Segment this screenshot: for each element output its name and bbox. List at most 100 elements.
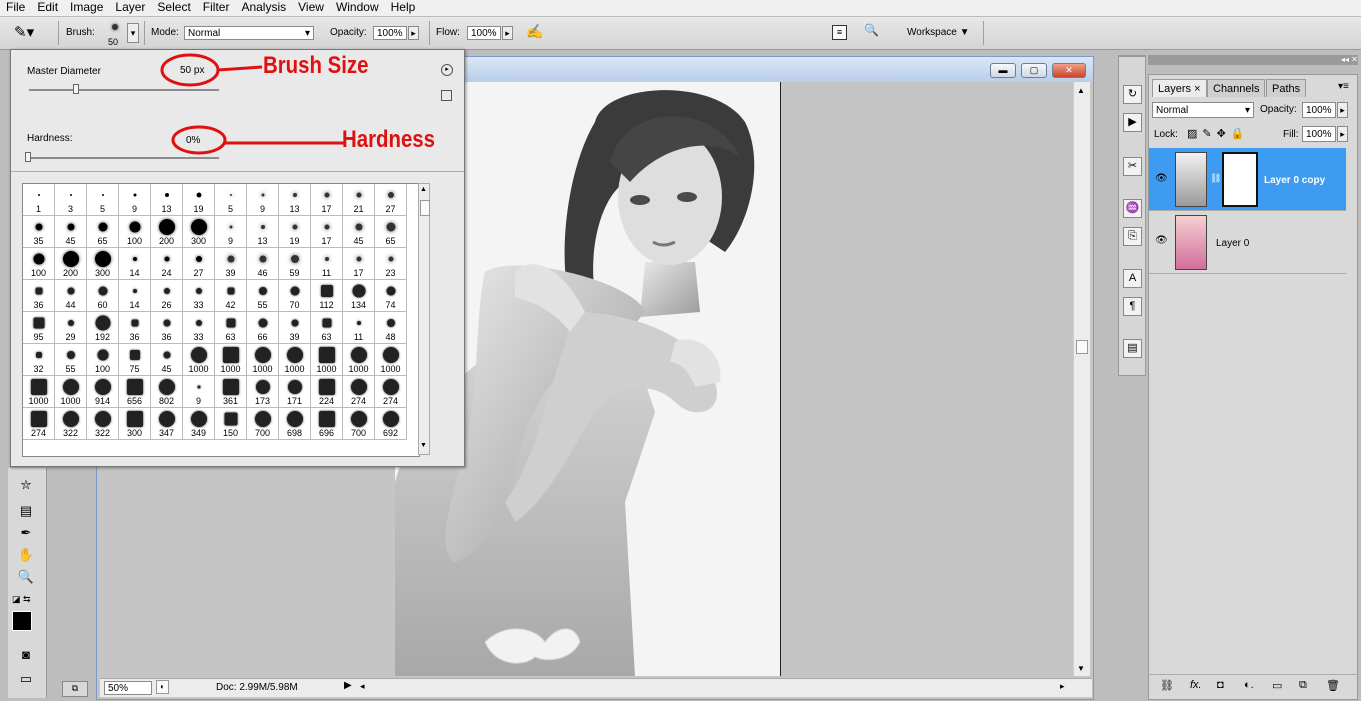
brush-preset-cell[interactable]: 5: [215, 184, 247, 216]
brush-preset-cell[interactable]: 55: [247, 280, 279, 312]
brush-preset-cell[interactable]: 692: [375, 408, 407, 440]
brush-preset-cell[interactable]: 27: [183, 248, 215, 280]
scroll-thumb[interactable]: [1076, 340, 1088, 354]
panel-menu-icon[interactable]: ▸: [441, 64, 453, 76]
brush-preset-cell[interactable]: 17: [311, 184, 343, 216]
brush-preset-cell[interactable]: 24: [151, 248, 183, 280]
eyedropper-tool-icon[interactable]: ✒: [16, 524, 36, 542]
character-panel-icon[interactable]: A: [1123, 269, 1142, 288]
blend-mode-select[interactable]: Normal ▾: [1152, 102, 1254, 118]
brush-preset-cell[interactable]: 1000: [311, 344, 343, 376]
brush-preset-cell[interactable]: 26: [151, 280, 183, 312]
brush-preset-cell[interactable]: 171: [279, 376, 311, 408]
brush-preset-cell[interactable]: 112: [311, 280, 343, 312]
airbrush-icon[interactable]: ✍: [526, 23, 543, 40]
brush-preset-cell[interactable]: 322: [87, 408, 119, 440]
brush-preset-cell[interactable]: 36: [23, 280, 55, 312]
tab-layers[interactable]: Layers ×: [1152, 79, 1207, 97]
brush-preset-cell[interactable]: 1000: [183, 344, 215, 376]
menu-filter[interactable]: Filter: [197, 0, 236, 15]
brush-preset-cell[interactable]: 45: [343, 216, 375, 248]
brush-preset-cell[interactable]: 33: [183, 280, 215, 312]
brush-preset-cell[interactable]: 44: [55, 280, 87, 312]
brush-preset-cell[interactable]: 1000: [343, 344, 375, 376]
brush-preset-cell[interactable]: 45: [55, 216, 87, 248]
brush-preset-cell[interactable]: 36: [151, 312, 183, 344]
status-icon[interactable]: ◐: [156, 680, 169, 694]
brush-preset-cell[interactable]: 9: [215, 216, 247, 248]
menu-view[interactable]: View: [292, 0, 330, 15]
brush-preset-cell[interactable]: 45: [151, 344, 183, 376]
layer-row-layer-0-copy[interactable]: 👁 ⛓ Layer 0 copy: [1149, 148, 1346, 211]
brush-preset-cell[interactable]: 63: [311, 312, 343, 344]
brush-preset-cell[interactable]: 60: [87, 280, 119, 312]
scroll-up-icon[interactable]: ▲: [1077, 86, 1085, 95]
actions-panel-icon[interactable]: ▶: [1123, 113, 1142, 132]
hand-tool-icon[interactable]: ✋: [16, 546, 36, 564]
custom-shape-tool-icon[interactable]: ⛦: [16, 476, 36, 494]
brush-preset-cell[interactable]: 100: [119, 216, 151, 248]
brush-preset-cell[interactable]: 74: [375, 280, 407, 312]
brush-preset-cell[interactable]: 42: [215, 280, 247, 312]
brush-preset-cell[interactable]: 1000: [23, 376, 55, 408]
brush-preset-cell[interactable]: 9: [183, 376, 215, 408]
panel-menu-icon[interactable]: ▾≡: [1338, 81, 1349, 92]
brush-preset-cell[interactable]: 349: [183, 408, 215, 440]
menu-edit[interactable]: Edit: [31, 0, 64, 15]
brush-preview-icon[interactable]: [108, 20, 122, 34]
layer-row-layer-0[interactable]: 👁 Layer 0: [1149, 211, 1346, 274]
brush-preset-cell[interactable]: 59: [279, 248, 311, 280]
lock-icons[interactable]: ▨✎✥🔒: [1187, 127, 1250, 140]
brush-preset-cell[interactable]: 300: [119, 408, 151, 440]
brush-preset-cell[interactable]: 32: [23, 344, 55, 376]
layer-opacity-slider-button[interactable]: ▸: [1337, 102, 1348, 118]
brush-preset-cell[interactable]: 17: [311, 216, 343, 248]
brush-preset-cell[interactable]: 27: [375, 184, 407, 216]
brush-preset-cell[interactable]: 700: [343, 408, 375, 440]
scroll-up-icon[interactable]: ▲: [420, 186, 427, 193]
fill-slider-button[interactable]: ▸: [1337, 126, 1348, 142]
brush-preset-cell[interactable]: 19: [279, 216, 311, 248]
brush-preset-cell[interactable]: 192: [87, 312, 119, 344]
brush-preset-cell[interactable]: 75: [119, 344, 151, 376]
menu-image[interactable]: Image: [64, 0, 109, 15]
brush-preset-cell[interactable]: 322: [55, 408, 87, 440]
brush-preset-cell[interactable]: 1000: [247, 344, 279, 376]
workspace-menu[interactable]: Workspace ▼: [907, 27, 970, 39]
brush-preset-cell[interactable]: 3: [55, 184, 87, 216]
brush-preset-cell[interactable]: 13: [247, 216, 279, 248]
brush-preset-cell[interactable]: 63: [215, 312, 247, 344]
brush-preset-cell[interactable]: 100: [23, 248, 55, 280]
brush-preset-cell[interactable]: 5: [87, 184, 119, 216]
scroll-left-icon[interactable]: ◂: [360, 681, 365, 692]
brush-preset-cell[interactable]: 347: [151, 408, 183, 440]
brush-preset-cell[interactable]: 23: [375, 248, 407, 280]
menu-select[interactable]: Select: [151, 0, 196, 15]
brush-preset-cell[interactable]: 274: [23, 408, 55, 440]
brush-preset-cell[interactable]: 46: [247, 248, 279, 280]
brush-preset-cell[interactable]: 9: [119, 184, 151, 216]
scroll-thumb[interactable]: [420, 200, 430, 216]
brush-preset-cell[interactable]: 173: [247, 376, 279, 408]
brush-preset-cell[interactable]: 21: [343, 184, 375, 216]
zoom-input[interactable]: 50%: [104, 681, 152, 695]
brush-preset-cell[interactable]: 802: [151, 376, 183, 408]
brush-preset-cell[interactable]: 33: [183, 312, 215, 344]
brush-preset-cell[interactable]: 65: [375, 216, 407, 248]
foreground-color-swatch[interactable]: [12, 611, 32, 631]
close-button[interactable]: ✕: [1052, 63, 1086, 78]
brush-preset-cell[interactable]: 14: [119, 280, 151, 312]
add-mask-icon[interactable]: ◘: [1217, 679, 1224, 691]
default-colors-icon[interactable]: ◪ ⇆: [12, 594, 31, 605]
brush-preset-cell[interactable]: 39: [279, 312, 311, 344]
history-panel-icon[interactable]: ↻: [1123, 85, 1142, 104]
brush-preset-cell[interactable]: 274: [343, 376, 375, 408]
mode-select[interactable]: Normal ▾: [184, 26, 314, 40]
maximize-button[interactable]: ▢: [1021, 63, 1047, 78]
clone-source-icon[interactable]: ⎘: [1123, 227, 1142, 246]
brush-preset-cell[interactable]: 224: [311, 376, 343, 408]
brush-preset-cell[interactable]: 13: [151, 184, 183, 216]
status-menu-arrow-icon[interactable]: ▶: [344, 680, 352, 691]
brush-preset-cell[interactable]: 29: [55, 312, 87, 344]
eye-icon[interactable]: 👁: [1155, 235, 1168, 246]
